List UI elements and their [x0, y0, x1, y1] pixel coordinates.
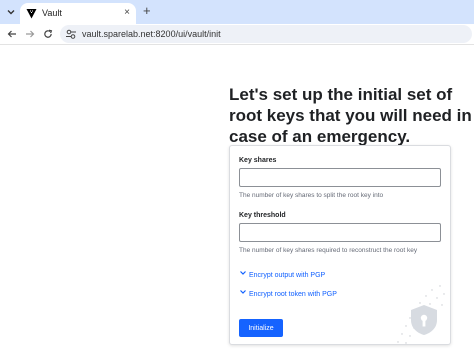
tab-title: Vault — [42, 8, 62, 18]
browser-tab-strip: Vault × + — [0, 0, 474, 24]
browser-tab-vault[interactable]: Vault × — [20, 3, 136, 24]
encrypt-output-pgp-toggle[interactable]: Encrypt output with PGP — [239, 269, 325, 280]
chevron-down-icon — [240, 271, 246, 275]
key-threshold-input[interactable] — [239, 223, 441, 242]
browser-toolbar: vault.sparelab.net:8200/ui/vault/init — [0, 24, 474, 45]
key-shares-help: The number of key shares to split the ro… — [239, 192, 384, 199]
key-threshold-help: The number of key shares required to rec… — [239, 247, 418, 254]
init-form-card: Key shares The number of key shares to s… — [229, 145, 451, 345]
page-title: Let's set up the initial set of root key… — [229, 85, 472, 146]
shield-lock-icon — [411, 305, 437, 335]
forward-button[interactable] — [22, 26, 38, 42]
key-shares-label: Key shares — [239, 157, 277, 164]
arrow-left-icon — [7, 30, 16, 38]
vault-logo-icon — [26, 9, 37, 19]
site-info-icon — [66, 29, 76, 39]
url-text: vault.sparelab.net:8200/ui/vault/init — [82, 29, 221, 39]
encrypt-output-pgp-label: Encrypt output with PGP — [248, 272, 326, 279]
new-tab-button[interactable]: + — [143, 3, 151, 19]
key-shares-input[interactable] — [239, 168, 441, 187]
encrypt-root-token-pgp-label: Encrypt root token with PGP — [248, 291, 337, 298]
address-bar[interactable]: vault.sparelab.net:8200/ui/vault/init — [60, 25, 472, 43]
chevron-down-icon — [7, 10, 15, 15]
tab-close-icon[interactable]: × — [124, 6, 130, 20]
key-threshold-label: Key threshold — [239, 212, 286, 219]
chevron-down-icon — [240, 290, 246, 294]
back-button[interactable] — [4, 26, 20, 42]
arrow-right-icon — [26, 30, 35, 38]
reload-button[interactable] — [40, 26, 56, 42]
initialize-button[interactable]: Initialize — [239, 319, 283, 337]
reload-icon — [44, 29, 53, 38]
tab-search-button[interactable] — [3, 4, 19, 20]
encrypt-root-token-pgp-toggle[interactable]: Encrypt root token with PGP — [239, 288, 337, 299]
